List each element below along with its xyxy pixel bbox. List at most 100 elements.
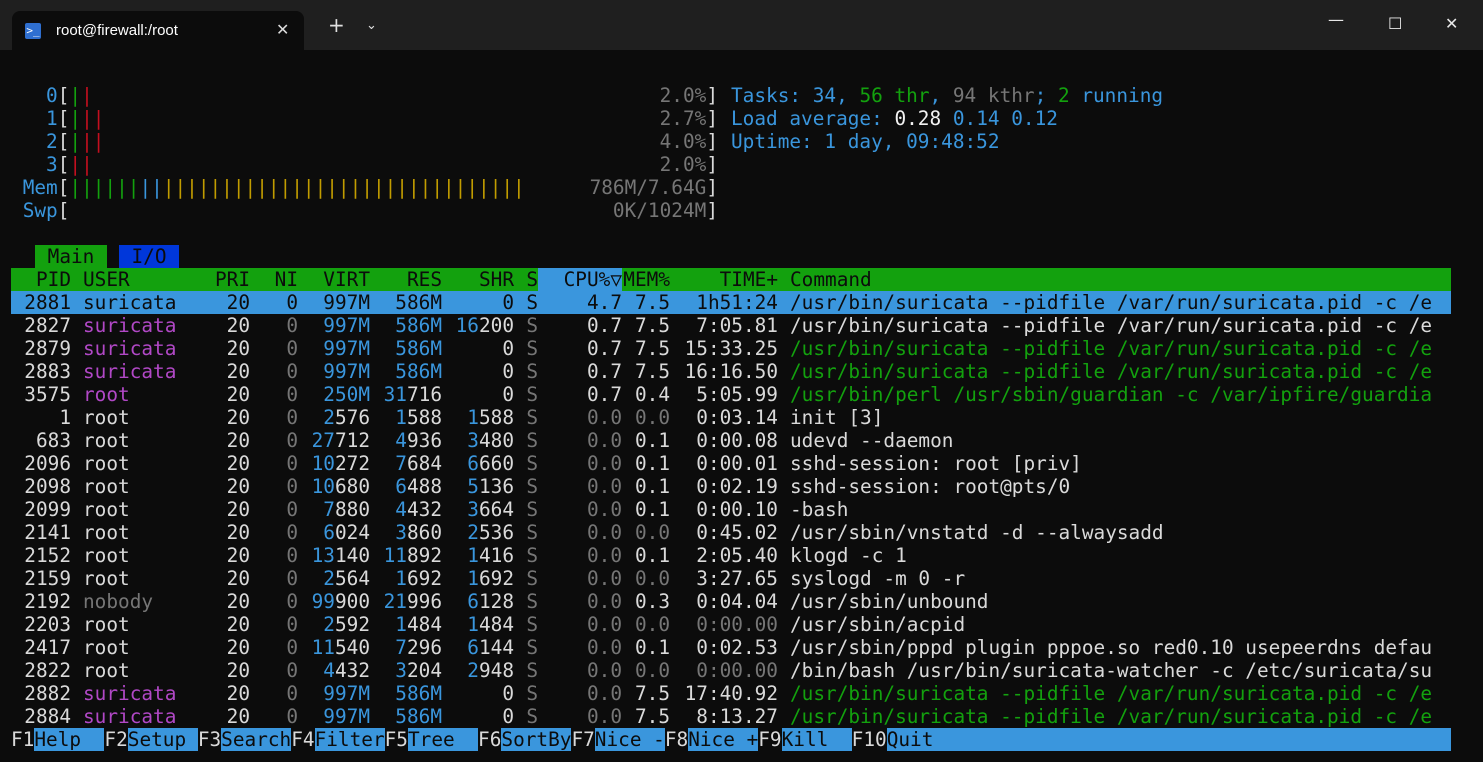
cell-user: root (83, 498, 130, 521)
table-row[interactable]: 683 root 20 0 27712 4936 3480 S 0.0 0.1 0:00.08 ude… (11, 429, 1451, 452)
col-cpu[interactable]: CPU%▽ (538, 268, 622, 291)
col-mem[interactable]: MEM% (622, 268, 670, 291)
cell-mem: 0.4 (634, 383, 670, 406)
cell-cpu: 0.0 (586, 521, 622, 544)
terminal-content[interactable]: 0[|| 2.0%] Tasks: 34, 56 thr, 94 kthr; 2 r… (11, 84, 1451, 728)
fkey-f7[interactable]: F7 (571, 728, 594, 751)
table-row[interactable]: 2141 root 20 0 6024 3860 2536 S 0.0 0.0 0:45.02/us… (11, 521, 1451, 544)
col-user[interactable]: USER (71, 268, 202, 291)
cell-res: 586M (395, 360, 442, 383)
table-row[interactable]: 2883 suricata 20 0 997M 586M 0 S 0.7 7.5 16:16.50/… (11, 360, 1451, 383)
table-row[interactable]: 2152 root 20 0 13140 11892 1416 S 0.0 0.1 2:05.40 k… (11, 544, 1451, 567)
table-row[interactable]: 1 root 20 0 2576 1588 1588 S 0.0 0.0 0:03.14 init [… (11, 406, 1451, 429)
cell-mem: 0.1 (634, 544, 670, 567)
table-row[interactable]: 2822 root 20 0 4432 3204 2948 S 0.0 0.0 0:00.00/bi… (11, 659, 1451, 682)
fkey-f8[interactable]: F8 (665, 728, 688, 751)
table-row[interactable]: 2159 root 20 0 2564 1692 1692 S 0.0 0.0 3:27.65 sys… (11, 567, 1451, 590)
cell-res: 4936 (395, 429, 442, 452)
cell-pri: 20 (226, 705, 250, 728)
cell-cpu: 0.0 (586, 590, 622, 613)
cell-ni: 0 (286, 521, 298, 544)
table-row[interactable]: 2099 root 20 0 7880 4432 3664 S 0.0 0.1 0:00.10 -ba… (11, 498, 1451, 521)
cell-virt: 27712 (311, 429, 370, 452)
table-row[interactable]: 2827 suricata 20 0 997M 586M 16200 S 0.7 7.5 7:05.… (11, 314, 1451, 337)
col-pri[interactable]: PRI (202, 268, 250, 291)
cell-pid: 683 (35, 429, 71, 452)
table-row[interactable]: 2192 nobody 20 0 99900 21996 6128 S 0.0 0.3 0:04.0… (11, 590, 1451, 613)
cell-mem: 0.1 (634, 429, 670, 452)
fkey-label[interactable]: Tree (407, 728, 479, 751)
cell-cpu: 0.0 (586, 544, 622, 567)
cell-user: root (83, 544, 130, 567)
fkey-label[interactable]: Filter (314, 728, 385, 751)
table-row[interactable]: 3575 root 20 0 250M 31716 0 S 0.7 0.4 5:05.99/usr/… (11, 383, 1451, 406)
col-command[interactable]: Command (778, 268, 872, 291)
fkey-f1[interactable]: F1 (11, 728, 34, 751)
cell-s: S (526, 521, 538, 544)
fkey-f2[interactable]: F2 (104, 728, 127, 751)
fkey-label[interactable]: Nice + (688, 728, 759, 751)
new-tab-button[interactable]: + (328, 15, 345, 35)
cell-time: 0:02.19 (696, 475, 778, 498)
close-tab-icon[interactable]: ✕ (276, 20, 289, 40)
cell-cmd: /usr/sbin/pppd plugin pppoe.so red0.10 u… (790, 636, 1433, 659)
table-row[interactable]: 2884 suricata 20 0 997M 586M 0 S 0.0 7.5 8:13.27/u… (11, 705, 1451, 728)
cell-cpu: 0.7 (586, 360, 622, 383)
tab-main[interactable]: Main (35, 245, 107, 268)
col-pid[interactable]: PID (11, 268, 71, 291)
table-row[interactable]: 2203 root 20 0 2592 1484 1484 S 0.0 0.0 0:00.00/us… (11, 613, 1451, 636)
close-window-button[interactable]: ✕ (1445, 14, 1458, 33)
cell-time: 0:02.53 (696, 636, 778, 659)
cell-virt: 13140 (311, 544, 370, 567)
cell-cmd: /usr/bin/perl /usr/sbin/guardian -c /var… (790, 383, 1433, 406)
table-row[interactable]: 2882 suricata 20 0 997M 586M 0 S 0.0 7.5 17:40.92/… (11, 682, 1451, 705)
table-row[interactable]: 2881 suricata 20 0 997M 586M 0 S 4.7 7.5 1h51:24/u… (11, 291, 1451, 314)
table-row[interactable]: 2096 root 20 0 10272 7684 6660 S 0.0 0.1 0:00.01 ss… (11, 452, 1451, 475)
fkey-f6[interactable]: F6 (478, 728, 501, 751)
cell-s: S (526, 360, 538, 383)
cpu-meter-0: 0[|| 2.0%] Tasks: 34, 56 thr, 94 kthr; 2 r… (46, 84, 1164, 107)
cpu-meter-3: 3[|| 2.0%] (46, 153, 718, 176)
cell-pri: 20 (226, 429, 250, 452)
fkey-f10[interactable]: F10 (852, 728, 887, 751)
cell-cmd: udevd --daemon (790, 429, 954, 452)
table-row[interactable]: 2098 root 20 0 10680 6488 5136 S 0.0 0.1 0:02.19 ss… (11, 475, 1451, 498)
fkey-label[interactable]: Setup (127, 728, 198, 751)
cell-pid: 2099 (24, 498, 71, 521)
tab-io[interactable]: I/O (119, 245, 179, 268)
fkey-label[interactable]: Nice - (594, 728, 665, 751)
fkey-f9[interactable]: F9 (758, 728, 781, 751)
cell-ni: 0 (286, 590, 298, 613)
fkey-label[interactable]: Kill (781, 728, 852, 751)
table-row[interactable]: 2879 suricata 20 0 997M 586M 0 S 0.7 7.5 15:33.25/… (11, 337, 1451, 360)
col-state[interactable]: S (514, 268, 538, 291)
cell-cpu: 0.0 (586, 429, 622, 452)
cell-pid: 2192 (24, 590, 71, 613)
cell-cpu: 0.7 (586, 337, 622, 360)
col-res[interactable]: RES (370, 268, 442, 291)
maximize-button[interactable]: ☐ (1388, 14, 1402, 33)
table-row[interactable]: 2417 root 20 0 11540 7296 6144 S 0.0 0.1 0:02.53/u… (11, 636, 1451, 659)
cell-user: root (83, 659, 130, 682)
fkey-label[interactable]: Help (34, 728, 105, 751)
fkey-label[interactable]: Quit (886, 728, 1451, 751)
col-shr[interactable]: SHR (442, 268, 514, 291)
fkey-f4[interactable]: F4 (291, 728, 314, 751)
cell-shr: 0 (502, 360, 514, 383)
cell-pid: 1 (59, 406, 71, 429)
cell-user: suricata (83, 337, 177, 360)
fkey-label[interactable]: Search (221, 728, 292, 751)
fkey-label[interactable]: SortBy (501, 728, 572, 751)
col-ni[interactable]: NI (250, 268, 298, 291)
cell-ni: 0 (286, 337, 298, 360)
col-virt[interactable]: VIRT (298, 268, 370, 291)
chevron-down-icon[interactable]: ⌄ (366, 18, 377, 33)
cell-user: suricata (83, 360, 177, 383)
cell-pid: 2883 (24, 360, 71, 383)
col-time[interactable]: TIME+ (670, 268, 778, 291)
fkey-f3[interactable]: F3 (198, 728, 221, 751)
minimize-button[interactable]: — (1328, 10, 1344, 29)
cell-mem: 7.5 (634, 314, 670, 337)
terminal-tab[interactable]: >_ root@firewall:/root ✕ (12, 11, 304, 51)
fkey-f5[interactable]: F5 (385, 728, 408, 751)
